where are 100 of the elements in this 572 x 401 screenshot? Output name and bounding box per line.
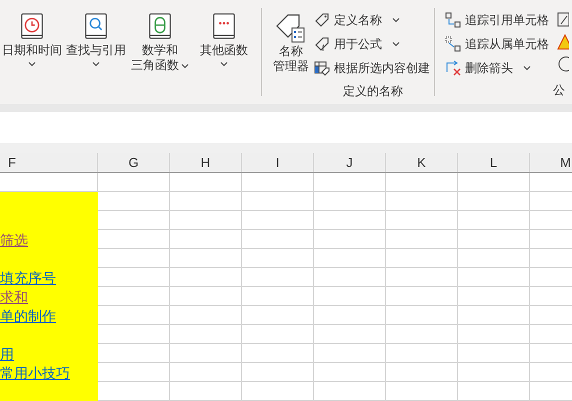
hyperlink[interactable]: 用 xyxy=(0,345,14,363)
table-cell xyxy=(386,192,458,211)
table-cell xyxy=(170,325,242,344)
table-cell xyxy=(386,306,458,325)
hyperlink[interactable]: 单的制作 xyxy=(0,307,56,325)
table-cell xyxy=(98,344,170,363)
ribbon-command-button[interactable]: 定义名称 xyxy=(314,8,400,32)
function-category-button[interactable]: 数学和 三角函数 xyxy=(129,12,191,78)
table-cell xyxy=(170,173,242,192)
table-cell xyxy=(242,287,314,306)
table-cell xyxy=(98,249,170,268)
table-cell xyxy=(242,211,314,230)
column-header[interactable]: G xyxy=(98,153,170,172)
table-cell xyxy=(386,173,458,192)
column-header[interactable]: H xyxy=(170,153,242,172)
table-cell xyxy=(386,363,458,382)
table-cell xyxy=(242,363,314,382)
table-cell xyxy=(458,306,530,325)
table-cell xyxy=(386,382,458,401)
tag-function-icon xyxy=(314,36,330,52)
table-cell xyxy=(170,363,242,382)
table-cell xyxy=(242,173,314,192)
table-cell xyxy=(170,287,242,306)
evaluate-icon xyxy=(557,56,569,72)
table-cell xyxy=(242,306,314,325)
table-cell xyxy=(242,325,314,344)
table-cell xyxy=(314,344,386,363)
table-cell xyxy=(314,192,386,211)
table-cell xyxy=(386,211,458,230)
table-cell xyxy=(170,268,242,287)
table-cell xyxy=(242,249,314,268)
function-category-button[interactable]: 日期和时间 xyxy=(1,12,63,78)
table-cell xyxy=(314,268,386,287)
column-header[interactable]: L xyxy=(458,153,530,172)
table-cell xyxy=(98,268,170,287)
ribbon-command-button[interactable]: 用于公式 xyxy=(314,32,400,56)
table-cell xyxy=(458,173,530,192)
ribbon-command-button[interactable]: 追踪从属单元格 xyxy=(445,32,549,56)
table-cell xyxy=(314,382,386,401)
table-cell xyxy=(458,249,530,268)
table-cell xyxy=(386,268,458,287)
table-cell xyxy=(386,344,458,363)
table-cell xyxy=(386,287,458,306)
table-cell xyxy=(98,363,170,382)
table-cell xyxy=(98,173,170,192)
table-cell xyxy=(386,249,458,268)
table-cell xyxy=(170,249,242,268)
ribbon-command-button[interactable]: 删除箭头 xyxy=(445,56,531,80)
trace-dependents-icon xyxy=(445,36,461,52)
function-category-button[interactable]: 查找与引用 xyxy=(65,12,127,78)
table-cell xyxy=(314,287,386,306)
group-label: 公 xyxy=(553,82,565,99)
table-cell xyxy=(98,382,170,401)
warning-icon xyxy=(557,34,569,50)
table-cell xyxy=(98,211,170,230)
hyperlink[interactable]: 常用小技巧 xyxy=(0,364,70,382)
table-cell xyxy=(170,306,242,325)
table-cell xyxy=(458,287,530,306)
table-cell xyxy=(242,268,314,287)
table-cell xyxy=(170,382,242,401)
tag-icon xyxy=(314,12,330,28)
column-header[interactable]: M xyxy=(530,153,572,172)
hyperlink[interactable]: 求和 xyxy=(0,288,28,306)
ribbon-command-button[interactable]: 根据所选内容创建 xyxy=(314,56,430,80)
column-header[interactable]: F xyxy=(0,153,98,172)
column-header[interactable]: I xyxy=(242,153,314,172)
table-cell xyxy=(242,382,314,401)
column-header[interactable]: K xyxy=(386,153,458,172)
ribbon-command-button[interactable]: 追踪引用单元格 xyxy=(445,8,549,32)
column-header[interactable]: J xyxy=(314,153,386,172)
table-cell xyxy=(98,306,170,325)
name-manager-button[interactable]: 名称 管理器 xyxy=(272,12,310,80)
table-cell xyxy=(98,287,170,306)
table-cell xyxy=(242,230,314,249)
table-cell xyxy=(458,382,530,401)
hyperlink[interactable]: 筛选 xyxy=(0,231,28,249)
table-cell xyxy=(458,325,530,344)
table-cell xyxy=(458,211,530,230)
table-cell xyxy=(458,268,530,287)
formula-icon xyxy=(557,12,569,28)
table-cell xyxy=(314,249,386,268)
table-cell xyxy=(314,306,386,325)
table-cell xyxy=(458,363,530,382)
table-cell xyxy=(314,211,386,230)
table-cell xyxy=(314,363,386,382)
table-cell xyxy=(386,325,458,344)
table-cell xyxy=(242,192,314,211)
table-cell xyxy=(98,230,170,249)
trace-precedents-icon xyxy=(445,12,461,28)
function-category-button[interactable]: 其他函数 xyxy=(193,12,255,78)
hyperlink[interactable]: 填充序号 xyxy=(0,269,56,287)
table-cell xyxy=(386,230,458,249)
table-cell xyxy=(170,211,242,230)
table-cell xyxy=(242,344,314,363)
table-cell xyxy=(314,325,386,344)
table-cell xyxy=(170,192,242,211)
table-cell xyxy=(170,344,242,363)
tag-list-icon xyxy=(275,12,307,44)
table-cell xyxy=(458,192,530,211)
table-cell xyxy=(314,173,386,192)
